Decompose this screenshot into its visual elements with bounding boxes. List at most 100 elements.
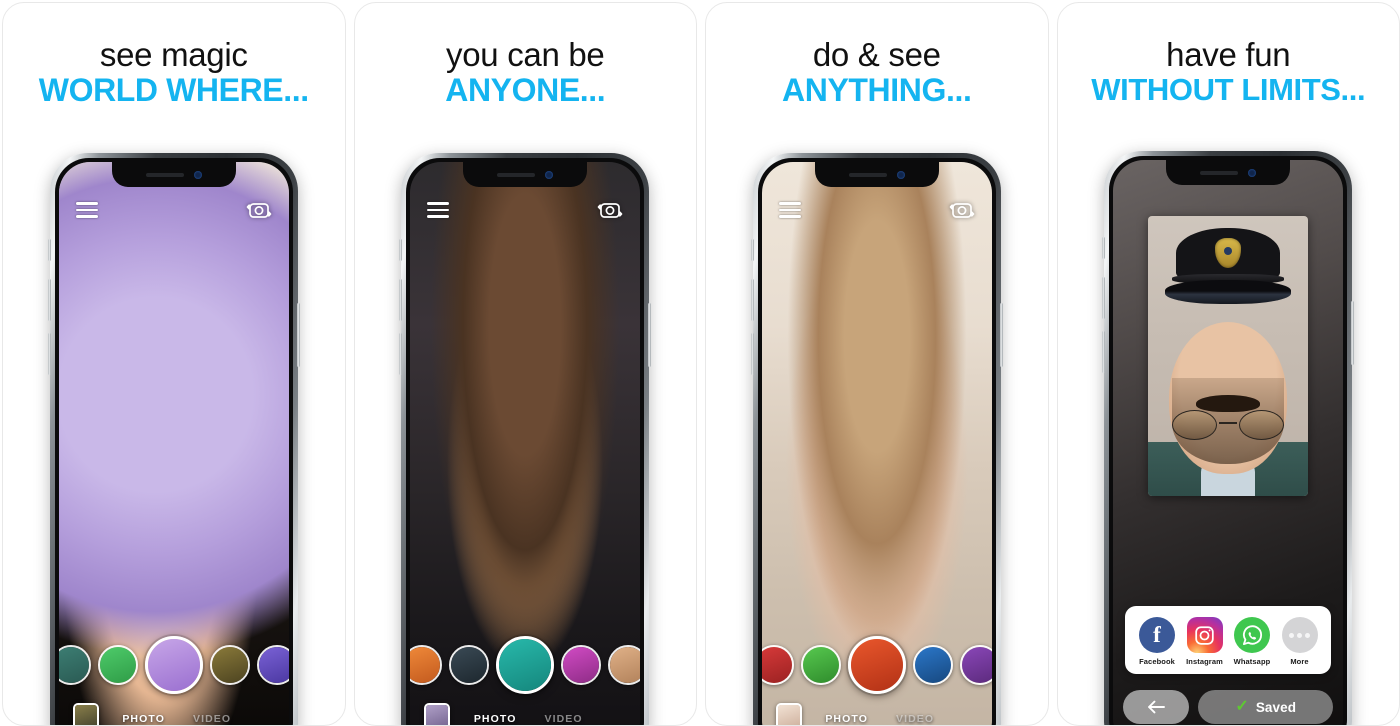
share-label: More bbox=[1290, 657, 1309, 666]
camera-screen-1: PHOTO VIDEO bbox=[58, 162, 289, 725]
volume-up-button[interactable] bbox=[750, 279, 754, 321]
silence-switch[interactable] bbox=[750, 239, 754, 261]
front-camera-icon bbox=[193, 170, 202, 179]
hamburger-menu-icon[interactable] bbox=[75, 202, 98, 218]
mode-photo-tab[interactable]: PHOTO bbox=[474, 713, 517, 725]
mode-photo-tab[interactable]: PHOTO bbox=[122, 713, 165, 725]
earpiece-speaker bbox=[848, 172, 887, 177]
silence-switch[interactable] bbox=[399, 239, 403, 261]
mode-video-tab[interactable]: VIDEO bbox=[544, 713, 582, 725]
saved-button[interactable]: ✓ Saved bbox=[1198, 690, 1334, 724]
phone-mockup-2: PHOTO VIDEO bbox=[399, 153, 652, 725]
volume-down-button[interactable] bbox=[399, 333, 403, 375]
filter-thumb[interactable] bbox=[912, 645, 953, 685]
filter-thumb[interactable] bbox=[800, 645, 841, 685]
phone-frame: f Facebook Instagram Whatsapp More ✓ Sav… bbox=[1102, 151, 1355, 725]
camera-top-bar bbox=[762, 198, 992, 222]
phone-mockup-4: f Facebook Instagram Whatsapp More ✓ Sav… bbox=[1102, 151, 1355, 725]
earpiece-speaker bbox=[145, 172, 184, 177]
filter-carousel-1[interactable] bbox=[58, 636, 289, 694]
last-capture-thumbnail[interactable] bbox=[72, 703, 99, 725]
phone-frame: PHOTO VIDEO bbox=[750, 153, 1003, 725]
hamburger-menu-icon[interactable] bbox=[427, 202, 450, 218]
phone-bezel: PHOTO VIDEO bbox=[757, 158, 996, 725]
share-sheet: f Facebook Instagram Whatsapp More bbox=[1125, 606, 1332, 674]
mode-photo-tab[interactable]: PHOTO bbox=[825, 713, 868, 725]
filter-thumb[interactable] bbox=[608, 645, 641, 685]
filter-thumb[interactable] bbox=[209, 645, 250, 685]
phone-notch bbox=[111, 162, 236, 187]
flip-camera-icon[interactable] bbox=[246, 198, 272, 222]
flip-camera-icon[interactable] bbox=[597, 198, 623, 222]
filter-thumb-selected[interactable] bbox=[847, 636, 906, 694]
filter-carousel-2[interactable] bbox=[410, 636, 641, 694]
filter-thumb[interactable] bbox=[561, 645, 602, 685]
camera-bottom-bar-3: PHOTO VIDEO bbox=[762, 703, 992, 725]
volume-up-button[interactable] bbox=[399, 279, 403, 321]
volume-down-button[interactable] bbox=[750, 333, 754, 375]
share-label: Whatsapp bbox=[1233, 657, 1271, 666]
volume-up-button[interactable] bbox=[47, 279, 51, 321]
capture-mode-tabs: PHOTO VIDEO bbox=[450, 713, 626, 725]
last-capture-thumbnail[interactable] bbox=[775, 703, 802, 725]
volume-down-button[interactable] bbox=[1102, 331, 1106, 373]
headline-bottom-line: ANYTHING... bbox=[782, 71, 972, 108]
phone-bezel: f Facebook Instagram Whatsapp More ✓ Sav… bbox=[1109, 156, 1348, 725]
result-action-bar: ✓ Saved bbox=[1123, 690, 1334, 724]
panel-1-headline: see magic WORLD WHERE... bbox=[3, 3, 345, 108]
power-button[interactable] bbox=[296, 303, 300, 367]
check-icon: ✓ bbox=[1235, 698, 1249, 715]
filter-carousel-3[interactable] bbox=[761, 636, 992, 694]
filter-thumb[interactable] bbox=[256, 645, 289, 685]
power-button[interactable] bbox=[648, 303, 652, 367]
phone-notch bbox=[814, 162, 939, 187]
back-button[interactable] bbox=[1123, 690, 1190, 724]
capture-mode-tabs: PHOTO VIDEO bbox=[802, 713, 978, 725]
mode-video-tab[interactable]: VIDEO bbox=[193, 713, 231, 725]
headline-top-line: do & see bbox=[812, 36, 941, 73]
filter-thumb-selected[interactable] bbox=[144, 636, 203, 694]
hamburger-menu-icon[interactable] bbox=[778, 202, 801, 218]
photo-face bbox=[1169, 322, 1288, 474]
panel-2-headline: you can be ANYONE... bbox=[355, 3, 697, 108]
capture-mode-tabs: PHOTO VIDEO bbox=[99, 713, 275, 725]
power-button[interactable] bbox=[999, 303, 1003, 367]
phone-notch bbox=[1166, 160, 1291, 185]
silence-switch[interactable] bbox=[1102, 237, 1106, 259]
filter-thumb[interactable] bbox=[959, 645, 992, 685]
filter-thumb[interactable] bbox=[449, 645, 490, 685]
mode-video-tab[interactable]: VIDEO bbox=[896, 713, 934, 725]
share-whatsapp[interactable]: Whatsapp bbox=[1228, 617, 1276, 666]
police-officer-filter-photo[interactable] bbox=[1148, 216, 1309, 496]
share-label: Facebook bbox=[1139, 657, 1175, 666]
share-more[interactable]: More bbox=[1276, 617, 1324, 666]
filter-thumb[interactable] bbox=[97, 645, 138, 685]
front-camera-icon bbox=[545, 170, 554, 179]
share-facebook[interactable]: f Facebook bbox=[1133, 617, 1181, 666]
phone-mockup-1: PHOTO VIDEO bbox=[47, 153, 300, 725]
camera-bottom-bar-1: PHOTO VIDEO bbox=[59, 703, 289, 725]
last-capture-thumbnail[interactable] bbox=[424, 703, 451, 725]
phone-notch bbox=[463, 162, 588, 187]
silence-switch[interactable] bbox=[47, 239, 51, 261]
saved-label: Saved bbox=[1255, 699, 1297, 715]
volume-up-button[interactable] bbox=[1102, 277, 1106, 319]
filter-thumb[interactable] bbox=[410, 645, 443, 685]
share-instagram[interactable]: Instagram bbox=[1181, 617, 1229, 666]
share-label: Instagram bbox=[1186, 657, 1223, 666]
app-screenshot-panel-3: do & see ANYTHING... PHOTO VIDEO bbox=[705, 2, 1049, 726]
camera-screen-3: PHOTO VIDEO bbox=[761, 162, 992, 725]
filter-thumb[interactable] bbox=[58, 645, 91, 685]
police-hat bbox=[1165, 228, 1292, 304]
power-button[interactable] bbox=[1351, 301, 1355, 365]
volume-down-button[interactable] bbox=[47, 333, 51, 375]
flip-camera-icon[interactable] bbox=[949, 198, 975, 222]
filter-thumb-selected[interactable] bbox=[496, 636, 555, 694]
screenshot-gallery: see magic WORLD WHERE... PHOTO VIDEO you… bbox=[0, 0, 1400, 726]
phone-frame: PHOTO VIDEO bbox=[399, 153, 652, 725]
earpiece-speaker bbox=[497, 172, 536, 177]
filter-thumb[interactable] bbox=[761, 645, 794, 685]
app-screenshot-panel-1: see magic WORLD WHERE... PHOTO VIDEO bbox=[2, 2, 346, 726]
app-screenshot-panel-4: have fun WITHOUT LIMITS... f Facebook In… bbox=[1056, 2, 1400, 726]
headline-top-line: have fun bbox=[1166, 36, 1291, 73]
